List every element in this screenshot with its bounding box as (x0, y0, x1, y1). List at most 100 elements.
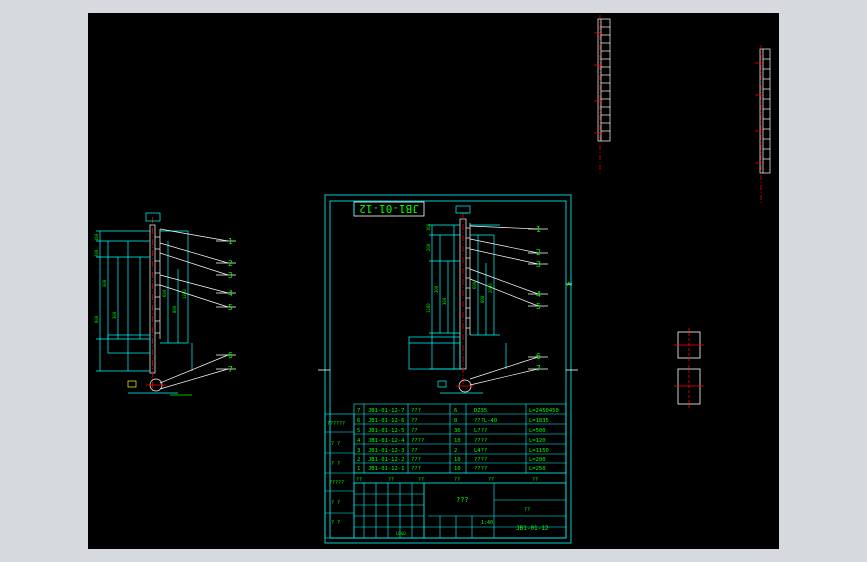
left-stamp-text: ? ? (331, 441, 340, 447)
left-stamp-text: ????? (329, 480, 344, 486)
bom-footer-cell: ?? (488, 477, 494, 483)
bom-cell: JB1-01-12-3 (368, 448, 404, 454)
left-balloon-1: 1 (228, 237, 233, 246)
drawing-scale: 1:40 (481, 520, 493, 526)
bom-cell: L=1835 (529, 418, 549, 424)
bom-cell: 2 (357, 457, 360, 463)
left-dim: 600 (162, 289, 167, 297)
bom-cell: ???? (474, 457, 487, 463)
main-balloon-5: 5 (536, 302, 541, 311)
main-balloon-4: 4 (536, 290, 541, 299)
main-dimensions: 160 200 300 1200 300 600 800 2000 (426, 223, 493, 313)
left-dim: 800 (172, 305, 177, 313)
bom-cell: L=250 (529, 466, 546, 472)
bom-cell: JB1-01-12-2 (368, 457, 404, 463)
ladder-strip-1 (594, 15, 611, 173)
bom-cell: L=1150 (529, 448, 549, 454)
bom-cell: ???? (474, 466, 487, 472)
left-balloon-3: 3 (228, 271, 233, 280)
main-dim: 300 (434, 285, 439, 293)
left-stamp-text: ? ? (331, 520, 340, 526)
ladder-strip-2 (755, 45, 771, 203)
bom-cell: ??? (411, 466, 421, 472)
bom-cell: 6 (454, 408, 457, 414)
main-balloon-1: 1 (536, 225, 541, 234)
left-stamp-text: ?????? (327, 421, 345, 427)
left-elevation (96, 212, 236, 396)
bom-cell: 36 (454, 428, 461, 434)
bom-cell: L=2450450 (529, 408, 559, 414)
sheet-name: ?? (524, 507, 530, 513)
main-balloon-7: 7 (536, 364, 541, 373)
bom-footer-cell: ?? (532, 477, 538, 483)
bom-cell: 7 (357, 408, 360, 414)
left-balloon-4: 4 (228, 289, 233, 298)
cad-viewport[interactable]: JB1-01-12 A 1 2 3 4 5 6 7 160 200 300 12… (88, 13, 779, 549)
drawing-code: JB1-01-12 (516, 525, 549, 532)
left-balloon-5: 5 (228, 303, 233, 312)
left-dim: 300 (102, 279, 107, 287)
title-stamp-text: JB1-01-12 (359, 202, 419, 215)
bom-footer-cell: ?? (418, 477, 424, 483)
bom-cell: ???? (411, 438, 424, 444)
bom-cell: 10 (454, 466, 461, 472)
bom-cell: 8 (454, 418, 457, 424)
bom-cell: JB1-01-12-6 (368, 418, 404, 424)
main-dim: 160 (426, 223, 431, 231)
left-dim: 300 (112, 311, 117, 319)
main-balloon-2: 2 (536, 248, 541, 257)
main-balloons: 1 2 3 4 5 6 7 (536, 225, 541, 373)
bom-cell: ?? (411, 448, 418, 454)
bom-cell: JB1-01-12-1 (368, 466, 404, 472)
bom-cell: ??? (411, 457, 421, 463)
bom-cell: 4 (357, 438, 361, 444)
bom-cell: 10 (454, 457, 461, 463)
left-dim: 1200 (182, 289, 187, 299)
bom-cell: ???L-40 (474, 418, 497, 424)
bom-cell: ?? (411, 428, 418, 434)
bom-cell: 2 (454, 448, 457, 454)
bom-cell: ??? (411, 408, 421, 414)
bom-cell: 6 (357, 418, 360, 424)
main-dim: 1200 (426, 303, 431, 313)
main-elevation (408, 205, 548, 394)
bom-cell: ?? (411, 418, 418, 424)
main-balloon-3: 3 (536, 260, 541, 269)
main-dim: 2000 (488, 283, 493, 293)
side-label-a: A (567, 281, 571, 288)
bom-cell: L=120 (529, 438, 546, 444)
bom-cell: L=200 (529, 457, 546, 463)
bom-cell: ???? (474, 438, 487, 444)
bom-cell: DZ35 (474, 408, 487, 414)
bom-cell: L4?? (474, 448, 487, 454)
main-dim: 600 (472, 281, 477, 289)
part-name: ??? (456, 496, 469, 504)
left-balloons: 1 2 3 4 5 6 7 (228, 237, 233, 374)
left-dim: 600 (94, 315, 99, 323)
bom-cell: JB1-01-12-5 (368, 428, 404, 434)
main-balloon-6: 6 (536, 352, 541, 361)
main-dim: 800 (480, 295, 485, 303)
left-stamp-text: ? ? (331, 500, 340, 506)
bom-cell: 3 (357, 448, 360, 454)
left-dim: 200 (94, 249, 99, 257)
bom-footer-cell: ?? (356, 477, 362, 483)
left-dim: 160 (94, 233, 99, 241)
main-dim: 300 (442, 297, 447, 305)
bom-cell: L=500 (529, 428, 546, 434)
bom-footer-cell: ?? (454, 477, 460, 483)
bom-cell: 1 (357, 466, 360, 472)
bom-footer-cell: ?? (388, 477, 394, 483)
bom-cell: 5 (357, 428, 360, 434)
left-balloon-6: 6 (228, 351, 233, 360)
main-dim: 200 (426, 243, 431, 251)
bom-cell: 10 (454, 438, 461, 444)
cad-drawing-canvas: JB1-01-12 A 1 2 3 4 5 6 7 160 200 300 12… (94, 15, 771, 544)
section-details (674, 328, 704, 408)
bom-cell: JB1-01-12-7 (368, 408, 404, 414)
bom-footer: ?? ?? ?? ?? ?? ?? (356, 477, 538, 483)
left-balloon-2: 2 (228, 259, 233, 268)
company-mark: LOGO (396, 531, 406, 536)
bom-cell: L??? (474, 428, 487, 434)
bom-rows: 7 JB1-01-12-7 ??? 6 DZ35 L=2450450 6 JB1… (357, 408, 559, 472)
